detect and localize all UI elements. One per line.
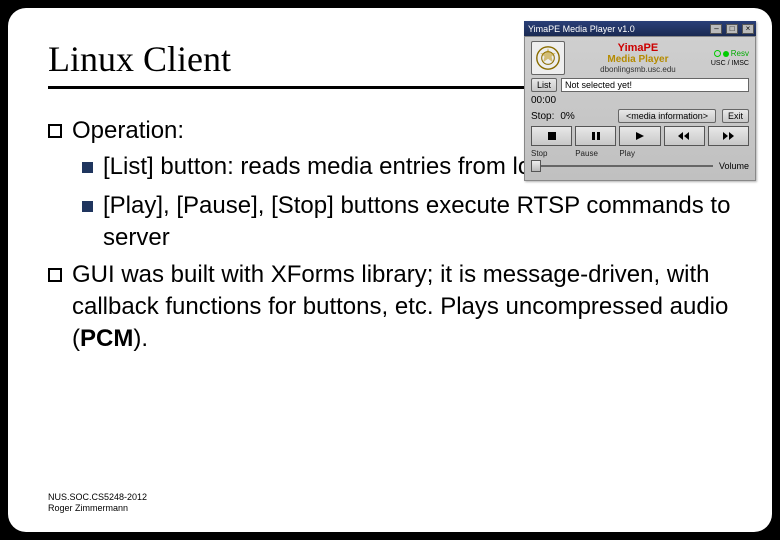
player-body: YimaPE Media Player dbonlingsmb.usc.edu … [524,36,756,181]
transport-labels: Stop Pause Play [531,149,749,158]
pause-label: Pause [575,149,616,158]
forward-icon [721,131,735,141]
stop-icon [547,131,557,141]
list-button[interactable]: List [531,78,557,92]
bullet-text: GUI was built with XForms library; it is… [72,259,732,356]
footer-line-2: Roger Zimmermann [48,503,147,514]
media-info-button[interactable]: <media information> [618,109,716,123]
status-row: Stop: 0% <media information> Exit [531,109,749,123]
brand-line-2: Media Player [569,54,707,65]
square-bullet-icon [48,124,62,138]
close-icon[interactable]: × [742,24,754,34]
time-row: 00:00 [531,95,749,106]
resv-label: Resv [731,49,749,58]
window-controls: – □ × [709,23,754,34]
pause-button[interactable] [575,126,616,146]
rewind-button[interactable] [664,126,705,146]
volume-row: Volume [531,161,749,171]
brand-line-3: dbonlingsmb.usc.edu [569,65,707,74]
time-display: 00:00 [531,95,556,106]
play-icon [635,131,645,141]
forward-button[interactable] [708,126,749,146]
pause-icon [591,131,601,141]
bullet-text: [Play], [Pause], [Stop] buttons execute … [103,190,732,255]
stop-stat-label: Stop: [531,111,554,122]
play-label: Play [619,149,660,158]
selected-media-field: Not selected yet! [561,78,749,92]
square-bullet-icon [82,162,93,173]
brand-line-1: YimaPE [569,42,707,54]
square-bullet-icon [82,201,93,212]
player-header-row: YimaPE Media Player dbonlingsmb.usc.edu … [531,41,749,75]
slider-thumb-icon[interactable] [531,160,541,172]
brand-column: YimaPE Media Player dbonlingsmb.usc.edu [569,42,707,74]
rewind-icon [677,131,691,141]
volume-slider[interactable] [531,161,713,171]
bullet-text: Operation: [72,115,184,147]
resv-indicator: Resv [714,49,749,58]
footer-line-1: NUS.SOC.CS5248-2012 [48,492,147,503]
volume-label: Volume [719,161,749,171]
transport-row [531,126,749,146]
slide: Linux Client YimaPE Media Player v1.0 – … [8,8,772,532]
slide-footer: NUS.SOC.CS5248-2012 Roger Zimmermann [48,492,147,514]
percent-label: 0% [560,111,574,122]
bullet-gui: GUI was built with XForms library; it is… [48,259,732,356]
usc-label: USC / IMSC [711,60,749,67]
minimize-icon[interactable]: – [710,24,722,34]
usc-seal-icon [531,41,565,75]
resv-dot-icon [723,51,729,57]
stop-button[interactable] [531,126,572,146]
selection-row: List Not selected yet! [531,78,749,92]
resv-ring-icon [714,50,721,57]
play-button[interactable] [619,126,660,146]
stop-label: Stop [531,149,572,158]
square-bullet-icon [48,268,62,282]
bullet-play-pause-stop: [Play], [Pause], [Stop] buttons execute … [82,190,732,255]
media-player-window: YimaPE Media Player v1.0 – □ × YimaPE Me… [524,21,756,181]
slider-track [531,165,713,167]
exit-button[interactable]: Exit [722,109,749,123]
window-title: YimaPE Media Player v1.0 [528,24,635,34]
maximize-icon[interactable]: □ [726,24,738,34]
window-titlebar[interactable]: YimaPE Media Player v1.0 – □ × [524,21,756,36]
brand-side: Resv USC / IMSC [711,49,749,67]
